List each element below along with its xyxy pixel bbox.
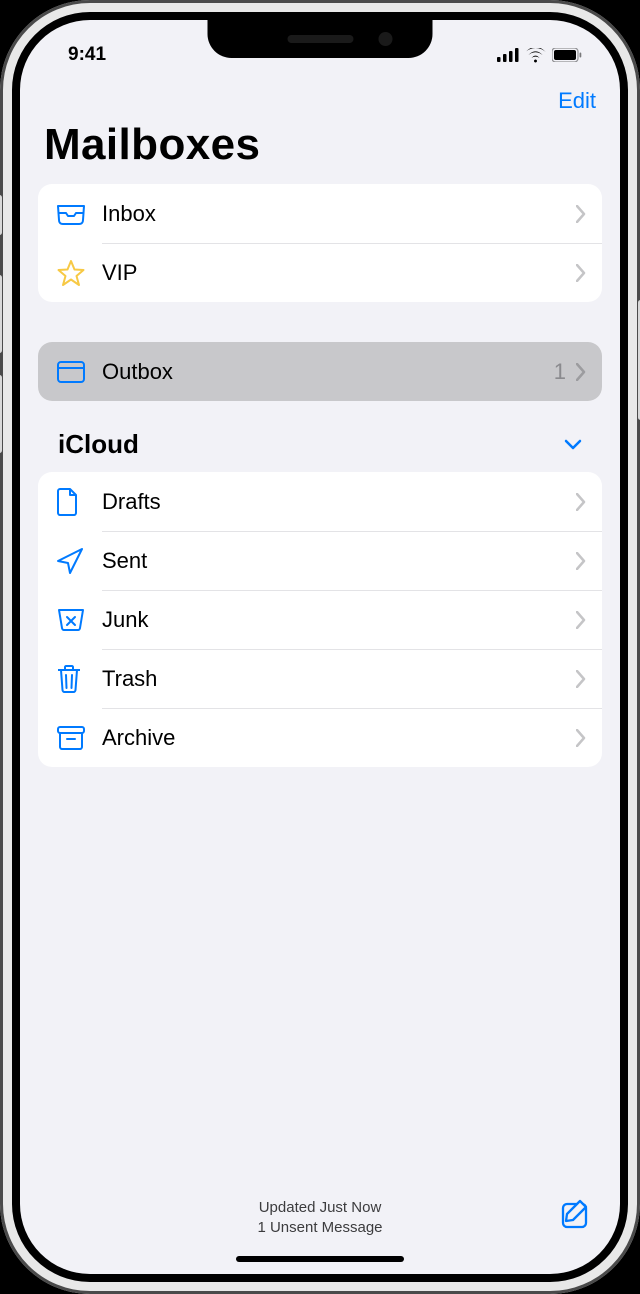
mailbox-archive[interactable]: Archive xyxy=(38,708,602,767)
status-time: 9:41 xyxy=(68,44,106,66)
mailbox-label: Archive xyxy=(102,725,576,751)
junk-icon xyxy=(56,607,102,633)
paperplane-icon xyxy=(56,547,102,575)
mailbox-vip[interactable]: VIP xyxy=(38,243,602,302)
status-unsent: 1 Unsent Message xyxy=(257,1218,382,1238)
wifi-icon xyxy=(525,48,546,63)
chevron-right-icon xyxy=(576,264,586,282)
home-indicator[interactable] xyxy=(236,1256,404,1262)
chevron-right-icon xyxy=(576,611,586,629)
mailbox-label: Outbox xyxy=(102,359,554,385)
outbox-group: Outbox 1 xyxy=(38,342,602,401)
chevron-right-icon xyxy=(576,670,586,688)
chevron-right-icon xyxy=(576,552,586,570)
mailbox-inbox[interactable]: Inbox xyxy=(38,184,602,243)
trash-icon xyxy=(56,664,102,694)
chevron-right-icon xyxy=(576,729,586,747)
chevron-right-icon xyxy=(576,493,586,511)
mailbox-sent[interactable]: Sent xyxy=(38,531,602,590)
nav-bar: Edit xyxy=(20,76,620,118)
page-title: Mailboxes xyxy=(20,118,620,184)
mailbox-label: Drafts xyxy=(102,489,576,515)
chevron-right-icon xyxy=(576,363,586,381)
star-icon xyxy=(56,259,102,287)
edit-button[interactable]: Edit xyxy=(558,88,596,114)
mailbox-trash[interactable]: Trash xyxy=(38,649,602,708)
chevron-down-icon xyxy=(564,439,582,450)
account-header-icloud[interactable]: iCloud xyxy=(38,419,602,472)
mailbox-outbox[interactable]: Outbox 1 xyxy=(38,342,602,401)
cellular-icon xyxy=(497,48,519,62)
mailbox-junk[interactable]: Junk xyxy=(38,590,602,649)
mailbox-label: Sent xyxy=(102,548,576,574)
mailbox-drafts[interactable]: Drafts xyxy=(38,472,602,531)
mailbox-label: VIP xyxy=(102,260,576,286)
compose-button[interactable] xyxy=(560,1198,592,1230)
archive-icon xyxy=(56,725,102,751)
chevron-right-icon xyxy=(576,205,586,223)
folder-icon xyxy=(56,360,102,384)
account-name: iCloud xyxy=(58,429,139,460)
status-updated: Updated Just Now xyxy=(257,1198,382,1218)
mailbox-label: Trash xyxy=(102,666,576,692)
primary-mailboxes-group: Inbox VIP xyxy=(38,184,602,302)
account-folders-group: Drafts Sent xyxy=(38,472,602,767)
toolbar-status: Updated Just Now 1 Unsent Message xyxy=(257,1198,382,1237)
battery-icon xyxy=(552,48,582,62)
inbox-icon xyxy=(56,202,102,226)
compose-icon xyxy=(560,1198,592,1230)
mailbox-label: Inbox xyxy=(102,201,576,227)
mailbox-count: 1 xyxy=(554,359,566,385)
device-notch xyxy=(208,20,433,58)
doc-icon xyxy=(56,487,102,517)
mailbox-label: Junk xyxy=(102,607,576,633)
